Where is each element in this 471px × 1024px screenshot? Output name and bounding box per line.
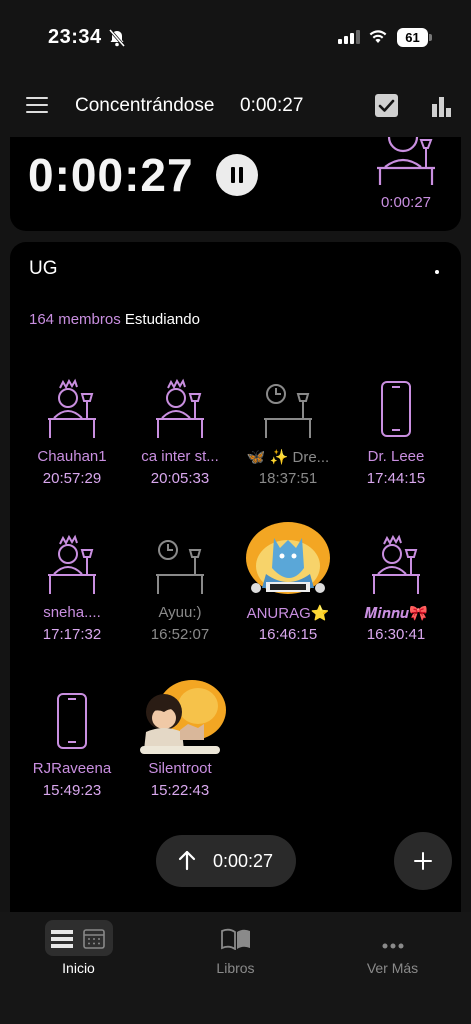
avatar-boy	[126, 680, 234, 754]
member-name: Ayuu:)	[158, 604, 202, 621]
checkbox-task-icon[interactable]	[375, 94, 398, 117]
studying-person-icon	[126, 378, 234, 440]
studying-person-icon	[342, 534, 450, 596]
home-layout-icon	[51, 928, 107, 955]
pause-button[interactable]	[216, 154, 258, 196]
floating-timer-button[interactable]: 0:00:27	[156, 835, 296, 887]
member-name: ca inter st...	[141, 448, 219, 465]
member-study-time: 17:17:32	[42, 626, 102, 643]
member-name: RJRaveena	[32, 760, 112, 777]
member-study-time: 16:52:07	[150, 626, 210, 643]
member-count-line: 164 membros Estudiando	[29, 311, 200, 328]
member-name: Dr. Leee	[367, 448, 425, 465]
group-name: UG	[29, 258, 58, 279]
member-name: sneha....	[43, 604, 101, 621]
member-card[interactable]: 𝑴𝒊𝒏𝒏𝒖🎀 16:30:41	[342, 534, 450, 643]
member-study-time: 16:30:41	[366, 626, 426, 643]
studying-person-icon	[375, 136, 437, 194]
phone-icon	[18, 690, 126, 752]
studying-person-icon	[18, 378, 126, 440]
member-study-time: 16:46:15	[258, 626, 318, 643]
my-study-time: 0:00:27	[380, 194, 432, 211]
battery-tip	[429, 34, 432, 41]
avatar-wolf	[234, 522, 342, 596]
member-study-time: 15:49:23	[42, 782, 102, 799]
member-name: 𝑴𝒊𝒏𝒏𝒖🎀	[364, 605, 428, 622]
member-card[interactable]: ca inter st... 20:05:33	[126, 378, 234, 487]
bottom-tab-bar: Inicio Libros Ver Más	[0, 912, 471, 1024]
member-card[interactable]: ANURAG⭐ 16:46:15	[234, 522, 342, 643]
phone-icon	[342, 378, 450, 440]
add-button[interactable]	[394, 832, 452, 890]
page-title: Concentrándose	[75, 95, 215, 116]
more-dots-icon	[382, 936, 404, 954]
member-study-time: 18:37:51	[258, 470, 318, 487]
member-card[interactable]: 🦋 ✨ Dre... 18:37:51	[234, 378, 342, 487]
muted-bell-icon	[108, 29, 126, 52]
status-time: 23:34	[48, 26, 102, 48]
member-study-time: 20:57:29	[42, 470, 102, 487]
more-options-icon[interactable]	[435, 270, 439, 274]
member-study-time: 17:44:15	[366, 470, 426, 487]
hamburger-menu-icon[interactable]	[26, 97, 48, 113]
member-study-time: 20:05:33	[150, 470, 210, 487]
member-name: Chauhan1	[37, 448, 107, 465]
floating-timer-value: 0:00:27	[213, 851, 274, 871]
stats-chart-icon[interactable]	[432, 95, 452, 122]
member-count: 164 membros	[29, 311, 121, 328]
member-card[interactable]: Ayuu:) 16:52:07	[126, 534, 234, 643]
member-card[interactable]: Chauhan1 20:57:29	[18, 378, 126, 487]
member-card[interactable]: Dr. Leee 17:44:15	[342, 378, 450, 487]
desk-clock-icon	[234, 378, 342, 440]
member-status: Estudiando	[124, 311, 200, 328]
member-name: 🦋 ✨ Dre...	[246, 449, 330, 466]
member-card[interactable]: Silentroot 15:22:43	[126, 680, 234, 799]
session-timer: 0:00:27	[28, 149, 194, 201]
tab-label-libros: Libros	[216, 960, 255, 976]
member-card[interactable]: RJRaveena 15:49:23	[18, 690, 126, 799]
tab-label-inicio: Inicio	[62, 960, 95, 976]
app-bar-timer: 0:00:27	[240, 95, 304, 116]
arrow-up-icon	[178, 849, 196, 876]
status-bar: 23:34 61	[0, 0, 471, 70]
book-icon	[221, 928, 251, 955]
desk-clock-icon	[126, 534, 234, 596]
tab-label-ver-mas: Ver Más	[366, 960, 419, 976]
wifi-icon	[368, 28, 388, 49]
member-card[interactable]: sneha.... 17:17:32	[18, 534, 126, 643]
member-study-time: 15:22:43	[150, 782, 210, 799]
cellular-signal-icon	[338, 30, 360, 49]
battery-indicator: 61	[397, 28, 428, 47]
app-bar: Concentrándose 0:00:27	[0, 80, 471, 132]
studying-person-icon	[18, 534, 126, 596]
